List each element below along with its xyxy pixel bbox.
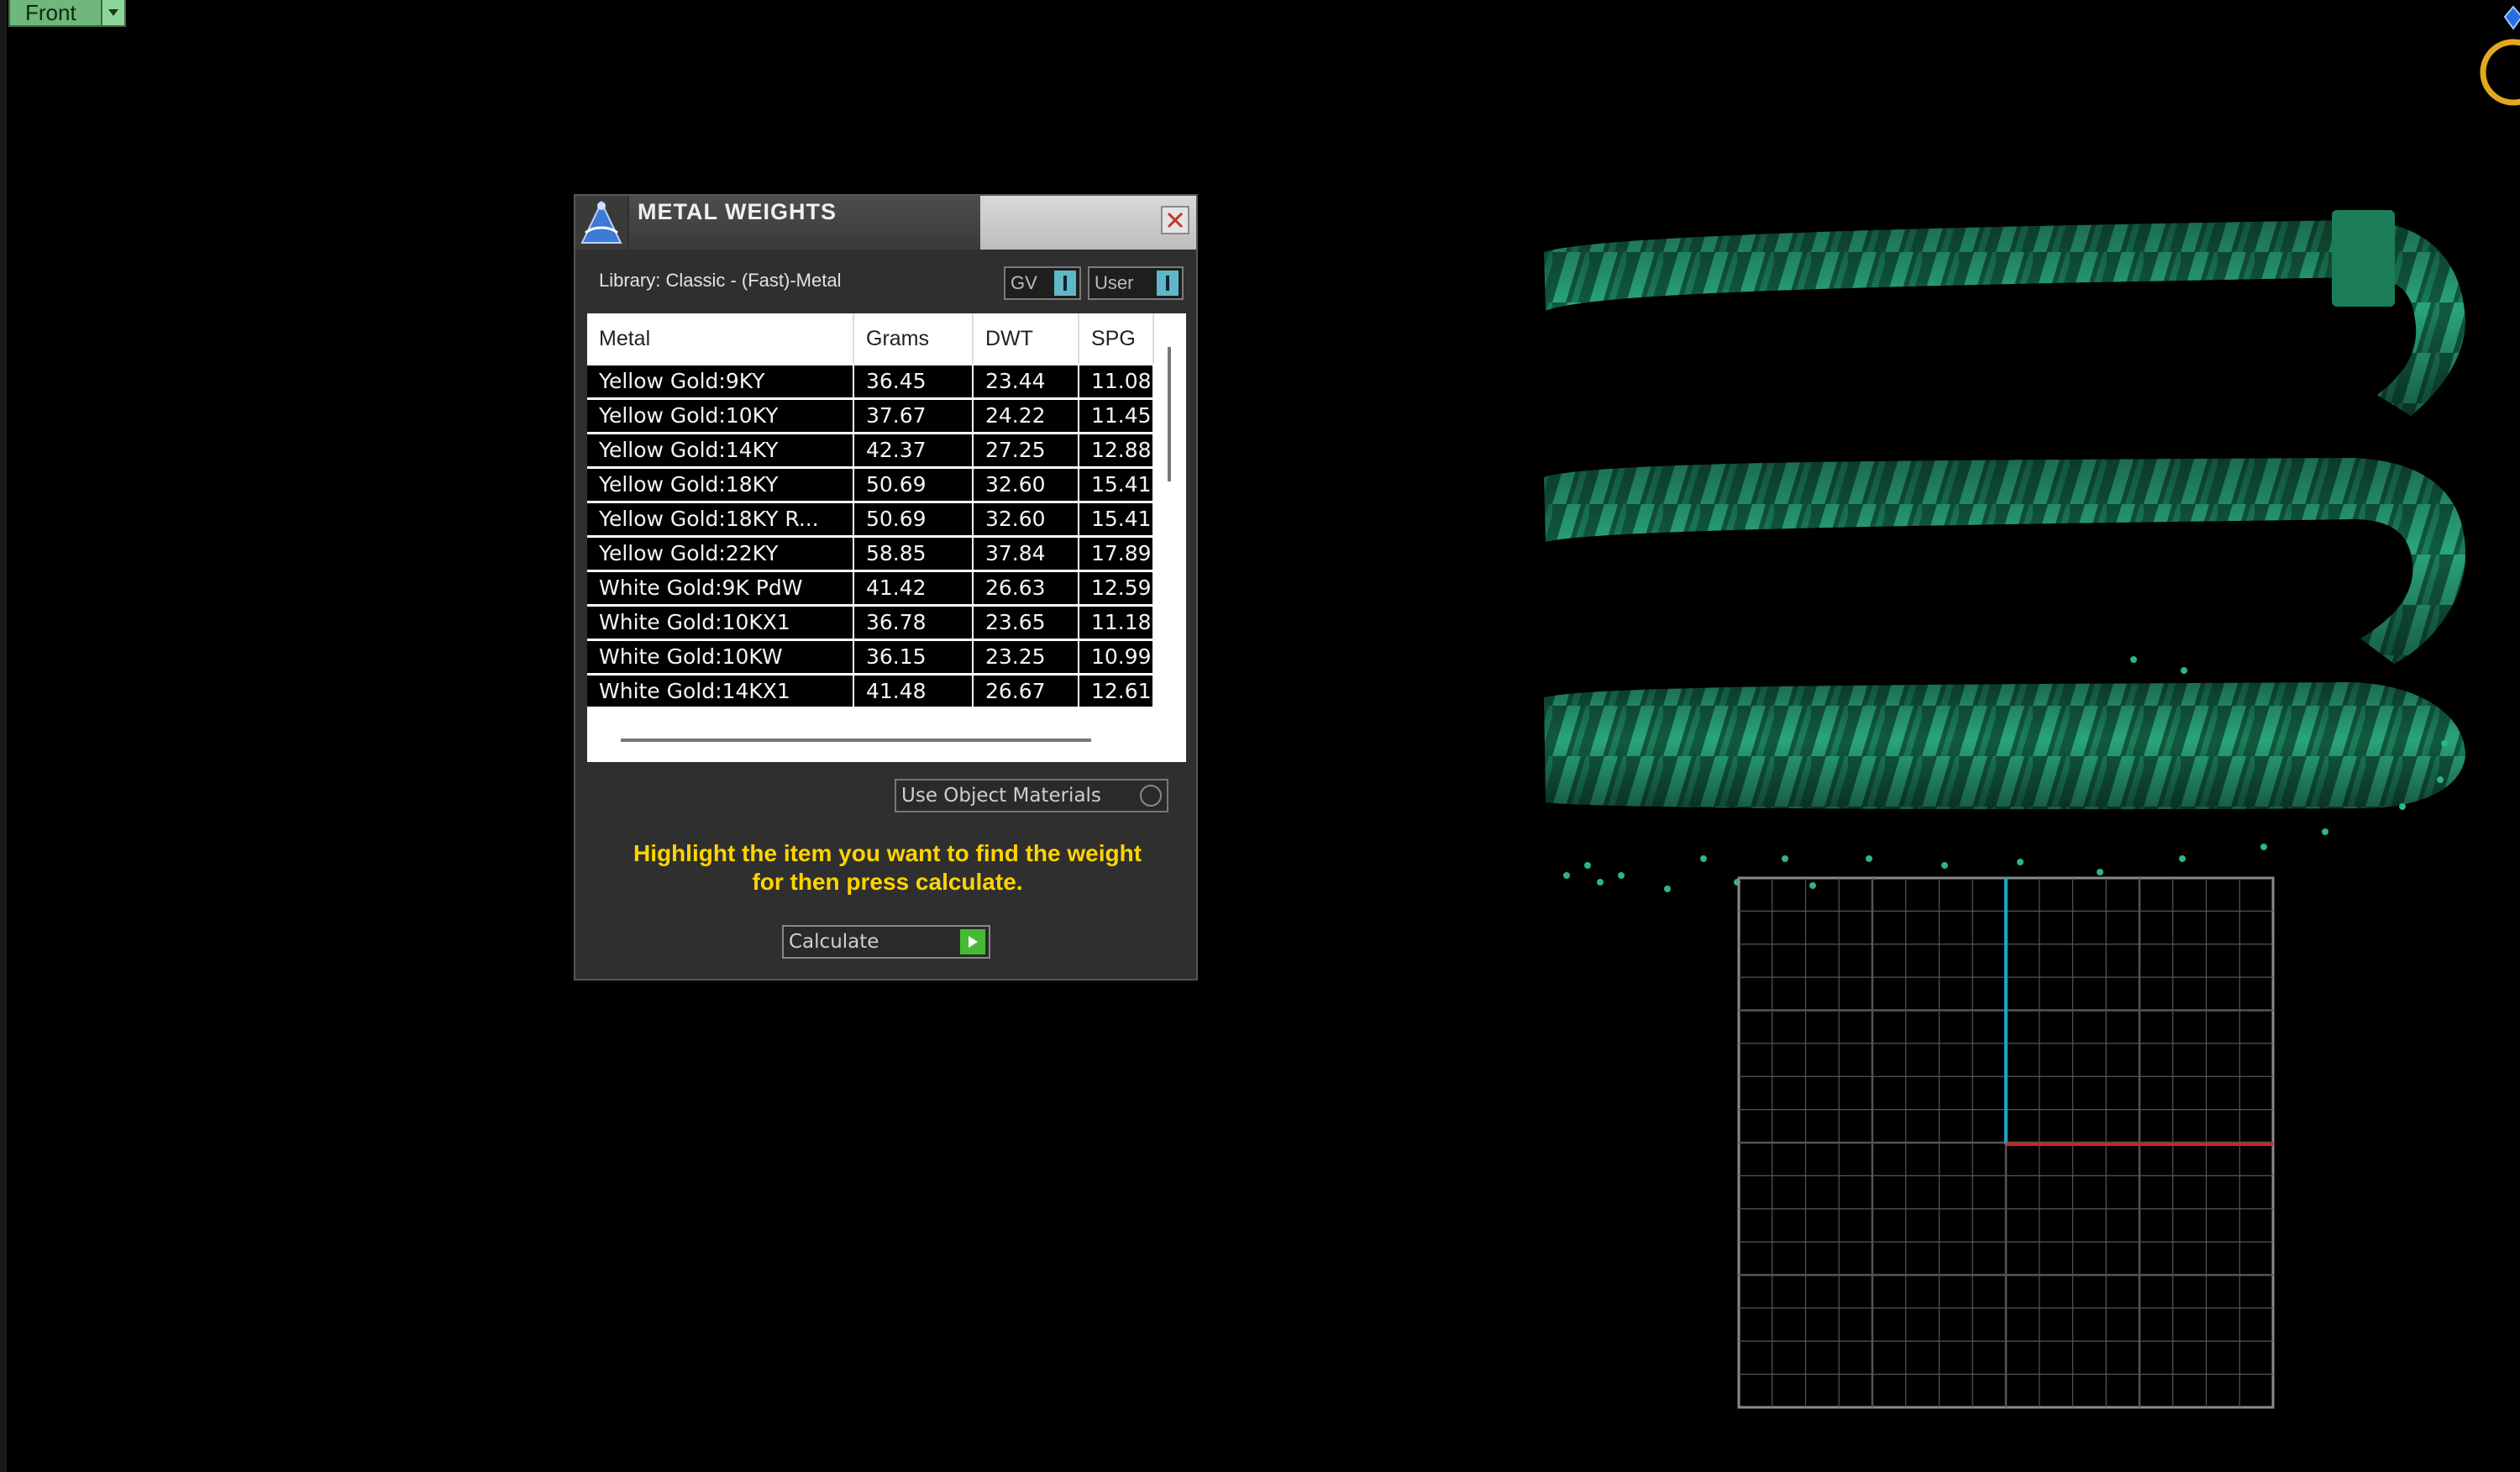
cell-grams: 36.45: [854, 365, 974, 397]
cell-spg: 12.61: [1079, 676, 1154, 707]
cell-spg: 17.89: [1079, 538, 1154, 570]
cell-metal: Yellow Gold:10KY: [587, 400, 854, 432]
cell-metal: Yellow Gold:9KY: [587, 365, 854, 397]
column-header-metal[interactable]: Metal: [587, 313, 854, 364]
table-row[interactable]: Yellow Gold:22KY 58.85 37.84 17.89: [587, 538, 1154, 570]
cell-metal: Yellow Gold:22KY: [587, 538, 854, 570]
instruction-text: Highlight the item you want to find the …: [592, 839, 1183, 896]
toggle-indicator-icon: [1157, 271, 1179, 296]
rhino-app-icon: [575, 196, 627, 250]
user-toggle[interactable]: User: [1088, 266, 1184, 300]
column-header-grams[interactable]: Grams: [854, 313, 974, 364]
cell-dwt: 26.67: [974, 676, 1079, 707]
cell-metal: Yellow Gold:18KY R...: [587, 503, 854, 535]
table-row[interactable]: White Gold:9K PdW 41.42 26.63 12.59: [587, 572, 1154, 604]
use-object-materials-toggle[interactable]: Use Object Materials: [895, 779, 1168, 812]
cell-metal: White Gold:10KX1: [587, 607, 854, 639]
user-toggle-label: User: [1095, 272, 1134, 293]
instruction-line-1: Highlight the item you want to find the …: [633, 840, 1142, 866]
cell-spg: 15.41: [1079, 503, 1154, 535]
cell-dwt: 27.25: [974, 434, 1079, 466]
cell-grams: 41.42: [854, 572, 974, 604]
cell-grams: 50.69: [854, 469, 974, 501]
cell-spg: 12.59: [1079, 572, 1154, 604]
cell-metal: Yellow Gold:18KY: [587, 469, 854, 501]
use-object-materials-label: Use Object Materials: [901, 785, 1101, 807]
cell-grams: 36.78: [854, 607, 974, 639]
dialog-title: METAL WEIGHTS: [638, 199, 837, 224]
table-row[interactable]: White Gold:10KW 36.15 23.25 10.99: [587, 641, 1154, 673]
play-icon: [960, 929, 985, 954]
instruction-line-2: for then press calculate.: [752, 869, 1023, 895]
cell-grams: 36.15: [854, 641, 974, 673]
table-row[interactable]: Yellow Gold:10KY 37.67 24.22 11.45: [587, 400, 1154, 432]
table-header: Metal Grams DWT SPG: [587, 313, 1186, 364]
cell-dwt: 23.44: [974, 365, 1079, 397]
cell-grams: 37.67: [854, 400, 974, 432]
cell-metal: White Gold:10KW: [587, 641, 854, 673]
cell-spg: 15.41: [1079, 469, 1154, 501]
cell-dwt: 32.60: [974, 469, 1079, 501]
cell-metal: Yellow Gold:14KY: [587, 434, 854, 466]
metal-weights-dialog: METAL WEIGHTS Library: Classic - (Fast)-…: [574, 194, 1198, 980]
cell-spg: 12.88: [1079, 434, 1154, 466]
cell-dwt: 23.25: [974, 641, 1079, 673]
library-label: Library: Classic - (Fast)-Metal: [599, 270, 842, 291]
cell-dwt: 32.60: [974, 503, 1079, 535]
cell-grams: 41.48: [854, 676, 974, 707]
cell-spg: 10.99: [1079, 641, 1154, 673]
table-row[interactable]: White Gold:14KX1 41.48 26.67 12.61: [587, 676, 1154, 707]
table-row[interactable]: Yellow Gold:18KY 50.69 32.60 15.41: [587, 469, 1154, 501]
cell-dwt: 37.84: [974, 538, 1079, 570]
viewport-3d-scene[interactable]: [0, 0, 2520, 1472]
table-row[interactable]: Yellow Gold:9KY 36.45 23.44 11.08: [587, 365, 1154, 397]
table-row[interactable]: White Gold:10KX1 36.78 23.65 11.18: [587, 607, 1154, 639]
column-header-spg[interactable]: SPG: [1079, 313, 1154, 364]
table-row[interactable]: Yellow Gold:18KY R... 50.69 32.60 15.41: [587, 503, 1154, 535]
cell-metal: White Gold:14KX1: [587, 676, 854, 707]
close-icon[interactable]: [1161, 206, 1189, 234]
cell-spg: 11.08: [1079, 365, 1154, 397]
gv-toggle-label: GV: [1011, 272, 1037, 293]
horizontal-scrollbar[interactable]: [621, 739, 1091, 742]
calculate-label: Calculate: [789, 931, 879, 953]
cell-spg: 11.18: [1079, 607, 1154, 639]
cell-grams: 42.37: [854, 434, 974, 466]
cell-dwt: 24.22: [974, 400, 1079, 432]
calculate-button[interactable]: Calculate: [782, 925, 990, 959]
cell-grams: 58.85: [854, 538, 974, 570]
cell-grams: 50.69: [854, 503, 974, 535]
cell-spg: 11.45: [1079, 400, 1154, 432]
cell-dwt: 26.63: [974, 572, 1079, 604]
column-header-dwt[interactable]: DWT: [974, 313, 1079, 364]
dialog-titlebar[interactable]: METAL WEIGHTS: [575, 196, 1196, 250]
toggle-indicator-icon: [1054, 271, 1076, 296]
table-body: Yellow Gold:9KY 36.45 23.44 11.08 Yellow Gol…: [587, 364, 1154, 707]
cell-metal: White Gold:9K PdW: [587, 572, 854, 604]
metal-weights-table[interactable]: Metal Grams DWT SPG Yellow Gold:9KY 36.45…: [587, 313, 1186, 762]
radio-icon: [1140, 785, 1162, 807]
vertical-scrollbar[interactable]: [1168, 347, 1171, 481]
spiral-bracelet-model: [1544, 210, 2465, 810]
gv-toggle[interactable]: GV: [1004, 266, 1081, 300]
cell-dwt: 23.65: [974, 607, 1079, 639]
table-row[interactable]: Yellow Gold:14KY 42.37 27.25 12.88: [587, 434, 1154, 466]
